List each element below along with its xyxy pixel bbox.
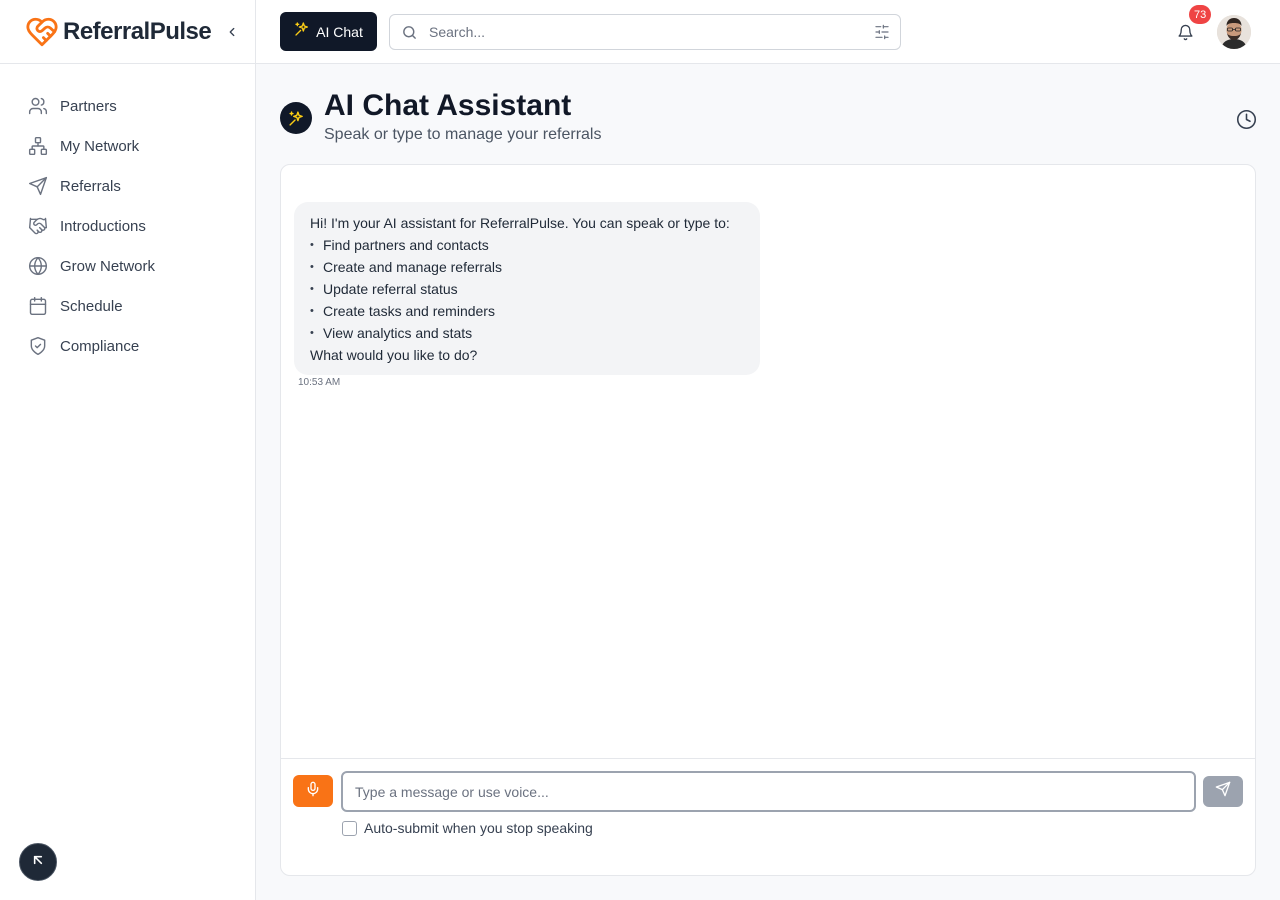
chevron-left-icon[interactable] [221, 20, 243, 44]
search-box [389, 14, 901, 50]
message-bullet: Find partners and contacts [310, 234, 744, 256]
sidebar-item-label: Partners [60, 97, 117, 115]
message-bullet-list: Find partners and contacts Create and ma… [310, 234, 744, 344]
message-bullet: Update referral status [310, 278, 744, 300]
assistant-message-bubble: Hi! I'm your AI assistant for ReferralPu… [294, 202, 760, 375]
bell-icon[interactable] [1174, 20, 1196, 44]
mic-button[interactable] [293, 775, 333, 807]
arrow-up-left-icon [30, 852, 46, 873]
search-input[interactable] [429, 24, 869, 40]
sidebar: ReferralPulse Partners My Network Referr… [0, 0, 256, 900]
sparkles-icon [280, 102, 312, 134]
network-icon [28, 136, 48, 156]
shield-check-icon [28, 336, 48, 356]
auto-submit-checkbox[interactable] [342, 820, 357, 836]
auto-submit-label: Auto-submit when you stop speaking [364, 820, 593, 836]
sidebar-item-label: Grow Network [60, 257, 156, 275]
send-icon [1215, 781, 1231, 802]
send-icon [28, 176, 48, 196]
sidebar-item-label: My Network [60, 137, 140, 155]
sidebar-item-referrals[interactable]: Referrals [0, 166, 255, 206]
sidebar-item-partners[interactable]: Partners [0, 86, 255, 126]
message-outro: What would you like to do? [310, 347, 478, 363]
sidebar-item-schedule[interactable]: Schedule [0, 286, 255, 326]
notification-badge: 73 [1189, 5, 1212, 24]
ai-chat-label: AI Chat [316, 23, 363, 40]
users-icon [28, 96, 48, 116]
brand-name: ReferralPulse [63, 17, 212, 45]
message-bullet: View analytics and stats [310, 322, 744, 344]
heart-handshake-icon [24, 14, 60, 50]
message-bullet: Create and manage referrals [310, 256, 744, 278]
message-bullet: Create tasks and reminders [310, 300, 744, 322]
avatar[interactable] [1217, 15, 1251, 49]
sparkles-icon [294, 21, 310, 42]
sidebar-nav: Partners My Network Referrals Introducti… [0, 64, 255, 366]
sidebar-item-label: Compliance [60, 337, 140, 355]
sidebar-item-label: Referrals [60, 177, 121, 195]
auto-submit-row: Auto-submit when you stop speaking [342, 820, 593, 836]
message-input[interactable] [341, 771, 1196, 812]
page-subtitle: Speak or type to manage your referrals [324, 126, 602, 143]
sidebar-item-introductions[interactable]: Introductions [0, 206, 255, 246]
page-title: AI Chat Assistant [324, 89, 572, 122]
sidebar-item-label: Introductions [60, 217, 146, 235]
sidebar-item-compliance[interactable]: Compliance [0, 326, 255, 366]
sidebar-item-my-network[interactable]: My Network [0, 126, 255, 166]
chat-panel: Hi! I'm your AI assistant for ReferralPu… [280, 164, 1256, 876]
sidebar-item-label: Schedule [60, 297, 123, 315]
brand[interactable]: ReferralPulse [0, 0, 255, 64]
calendar-icon [28, 296, 48, 316]
topbar: AI Chat 73 [256, 0, 1280, 64]
send-button[interactable] [1203, 776, 1243, 807]
ai-chat-button[interactable]: AI Chat [280, 12, 377, 51]
handshake-icon [28, 216, 48, 236]
search-icon [401, 24, 419, 42]
sidebar-item-grow-network[interactable]: Grow Network [0, 246, 255, 286]
sliders-icon[interactable] [874, 24, 890, 40]
navigation-arrow-button[interactable] [19, 843, 57, 881]
message-intro: Hi! I'm your AI assistant for ReferralPu… [310, 215, 730, 231]
message-timestamp: 10:53 AM [298, 377, 341, 388]
composer-divider [281, 758, 1255, 759]
globe-icon [28, 256, 48, 276]
history-icon[interactable] [1234, 107, 1258, 131]
microphone-icon [305, 781, 321, 802]
